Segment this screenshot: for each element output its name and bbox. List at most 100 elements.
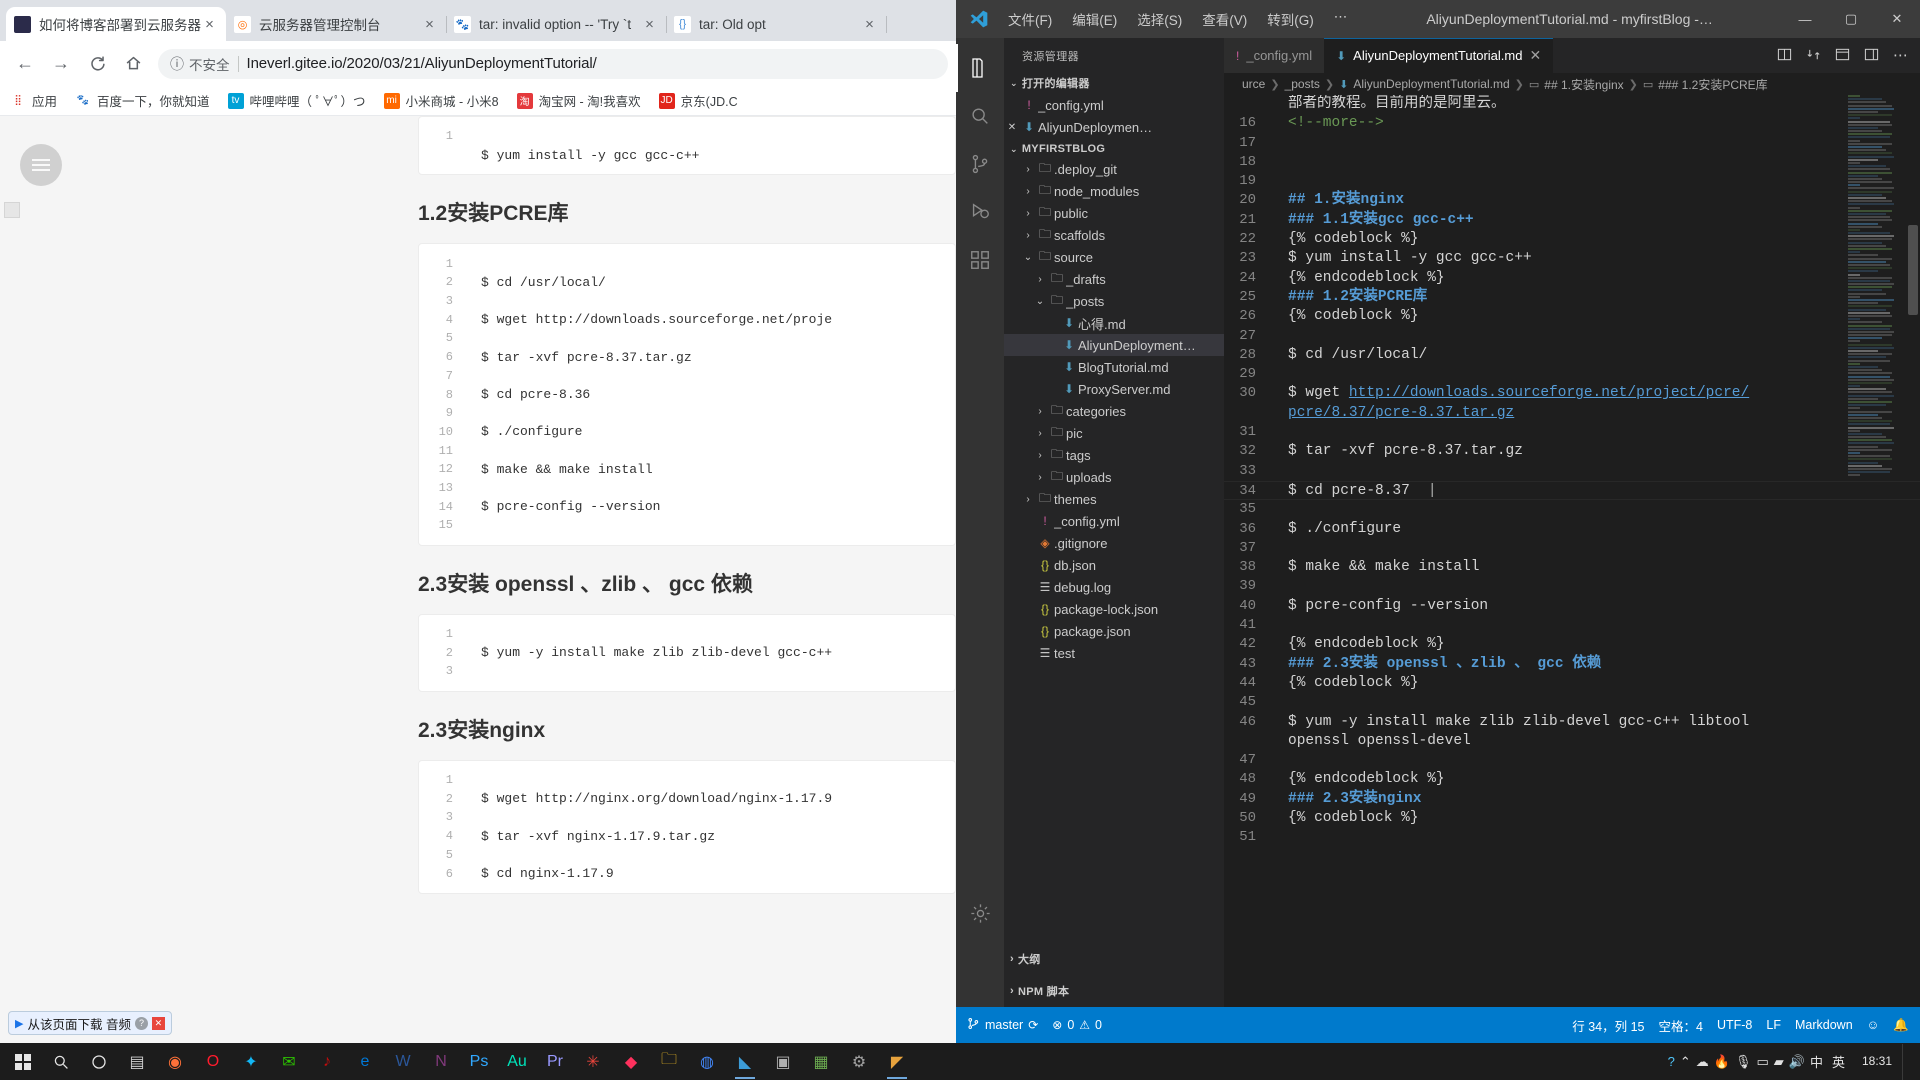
close-button[interactable]: ✕ [1874, 0, 1920, 38]
show-desktop-bar[interactable] [1902, 1043, 1908, 1080]
sogou-icon[interactable]: 🔥 [1714, 1054, 1730, 1070]
file-tree-item[interactable]: ◈ .gitignore [1004, 532, 1224, 554]
status-branch[interactable]: master ⟳ [960, 1007, 1045, 1043]
bookmark-item[interactable]: JD 京东(JD.C [658, 91, 738, 110]
file-tree-item[interactable]: {} package.json [1004, 620, 1224, 642]
menu-item[interactable]: 选择(S) [1127, 5, 1192, 33]
vscode-window-icon[interactable]: ◤ [878, 1044, 916, 1080]
breadcrumb-item[interactable]: urce [1242, 77, 1265, 91]
status-problems[interactable]: ⊗ 0 ⚠ 0 [1045, 1007, 1109, 1043]
browser-tab[interactable]: ◎ 云服务器管理控制台 × [226, 7, 447, 41]
sidebar-panel-header[interactable]: › 大纲 [1004, 943, 1224, 975]
network-icon[interactable]: ▰ [1774, 1054, 1784, 1070]
file-tree-item[interactable]: › 🗀 categories [1004, 400, 1224, 422]
file-tree-item[interactable]: › 🗀 public [1004, 202, 1224, 224]
question-mark-icon[interactable]: ? [134, 1016, 148, 1030]
xmind-icon[interactable]: ✳ [574, 1044, 612, 1080]
volume-icon[interactable]: 🔊 [1789, 1054, 1805, 1070]
forward-button[interactable]: → [44, 47, 78, 81]
minimize-button[interactable]: — [1782, 0, 1828, 38]
open-editor-item[interactable]: ✕ ⬇ AliyunDeploymen… [1004, 116, 1224, 138]
opera-icon[interactable]: O [194, 1044, 232, 1080]
breadcrumb-item[interactable]: ### 1.2安装PCRE库 [1658, 76, 1767, 93]
taskbar-clock[interactable]: 18:31 [1854, 1054, 1900, 1069]
word-icon[interactable]: W [384, 1044, 422, 1080]
file-tree-item[interactable]: › 🗀 uploads [1004, 466, 1224, 488]
bookmark-item[interactable]: ⣿ 应用 [10, 91, 57, 110]
onedrive-icon[interactable]: ☁ [1696, 1054, 1709, 1070]
xshell-icon[interactable]: ▦ [802, 1044, 840, 1080]
status-cursor-position[interactable]: 行 34，列 15 [1565, 1007, 1651, 1043]
open-changes-icon[interactable] [1806, 47, 1821, 65]
browser-tab[interactable]: 如何将博客部署到云服务器 × [6, 7, 226, 41]
firefox-icon[interactable]: ◉ [156, 1044, 194, 1080]
terminal-icon[interactable]: ▣ [764, 1044, 802, 1080]
extensions-icon[interactable] [956, 236, 1004, 284]
preview-icon[interactable] [1835, 47, 1850, 65]
edge-icon[interactable]: e [346, 1044, 384, 1080]
wechat-icon[interactable]: ✉ [270, 1044, 308, 1080]
taskview-icon[interactable]: ▤ [118, 1044, 156, 1080]
more-actions-icon[interactable]: ⋯ [1893, 48, 1908, 63]
file-tree-item[interactable]: ! _config.yml [1004, 510, 1224, 532]
file-tree-item[interactable]: › 🗀 pic [1004, 422, 1224, 444]
open-editor-item[interactable]: ! _config.yml [1004, 94, 1224, 116]
explorer-icon[interactable] [956, 44, 1004, 92]
file-tree-item[interactable]: › 🗀 scaffolds [1004, 224, 1224, 246]
tab-close-icon[interactable]: × [641, 16, 658, 33]
file-tree-item[interactable]: › 🗀 tags [1004, 444, 1224, 466]
help-circle-icon[interactable]: ? [1668, 1054, 1675, 1069]
chrome-icon[interactable]: ◍ [688, 1044, 726, 1080]
menu-item[interactable]: ⋯ [1324, 5, 1358, 33]
file-tree-item[interactable]: › 🗀 .deploy_git [1004, 158, 1224, 180]
explorer-icon[interactable]: 🗀 [650, 1044, 688, 1080]
tab-close-icon[interactable]: × [201, 16, 218, 33]
qq-icon[interactable]: ✦ [232, 1044, 270, 1080]
breadcrumb-item[interactable]: ## 1.安装nginx [1544, 76, 1623, 93]
editor-tab[interactable]: ! _config.yml [1224, 38, 1325, 73]
code-segment[interactable]: pcre/8.37/pcre-8.37.tar.gz [1288, 405, 1514, 421]
run-debug-icon[interactable] [956, 188, 1004, 236]
menu-item[interactable]: 转到(G) [1257, 5, 1324, 33]
sync-icon[interactable]: ⟳ [1028, 1018, 1038, 1032]
tool-icon[interactable]: ⚙ [840, 1044, 878, 1080]
file-tree-item[interactable]: ⬇ AliyunDeployment… [1004, 334, 1224, 356]
ime-language-indicator[interactable]: 英 [1825, 1044, 1852, 1080]
split-editor-icon[interactable] [1777, 47, 1792, 65]
cortana-circle-icon[interactable] [80, 1044, 118, 1080]
editor-tab-close-icon[interactable]: ✕ [1529, 47, 1541, 64]
status-indentation[interactable]: 空格：4 [1652, 1007, 1710, 1043]
search-icon[interactable] [42, 1044, 80, 1080]
browser-tab[interactable]: {} tar: Old opt × [666, 7, 887, 41]
reload-button[interactable] [80, 47, 114, 81]
vscode-icon[interactable]: ◣ [726, 1044, 764, 1080]
smiley-feedback-icon[interactable]: ☺ [1860, 1007, 1887, 1043]
minimap[interactable] [1848, 95, 1906, 1007]
maximize-button[interactable]: ▢ [1828, 0, 1874, 38]
tab-close-icon[interactable]: × [861, 16, 878, 33]
file-tree-item[interactable]: ⌄ 🗀 _posts [1004, 290, 1224, 312]
file-tree-item[interactable]: › 🗀 themes [1004, 488, 1224, 510]
file-tree-item[interactable]: {} package-lock.json [1004, 598, 1224, 620]
open-editors-section-header[interactable]: ⌄ 打开的编辑器 [1004, 72, 1224, 94]
address-bar[interactable]: ⓘ 不安全 Ineverl.gitee.io/2020/03/21/Aliyun… [158, 48, 948, 79]
file-tree-item[interactable]: ☰ debug.log [1004, 576, 1224, 598]
netease-music-icon[interactable]: ♪ [308, 1044, 346, 1080]
status-eol[interactable]: LF [1759, 1007, 1788, 1043]
file-tree-item[interactable]: › 🗀 _drafts [1004, 268, 1224, 290]
file-tree-item[interactable]: ⬇ BlogTutorial.md [1004, 356, 1224, 378]
onenote-icon[interactable]: N [422, 1044, 460, 1080]
home-button[interactable] [116, 47, 150, 81]
file-tree-item[interactable]: ⬇ ProxyServer.md [1004, 378, 1224, 400]
scrollbar-thumb[interactable] [1908, 225, 1918, 315]
breadcrumb-item[interactable]: AliyunDeploymentTutorial.md [1353, 77, 1509, 91]
battery-icon[interactable]: ▭ [1756, 1054, 1768, 1070]
status-language-mode[interactable]: Markdown [1788, 1007, 1860, 1043]
sidebar-toggle-handle[interactable] [4, 202, 20, 218]
site-security-indicator[interactable]: ⓘ 不安全 [170, 54, 230, 74]
breadcrumb-item[interactable]: _posts [1285, 77, 1320, 91]
back-button[interactable]: ← [8, 47, 42, 81]
editor-scrollbar[interactable] [1906, 95, 1920, 1007]
file-tree-item[interactable]: › 🗀 node_modules [1004, 180, 1224, 202]
notification-bell-icon[interactable]: 🔔 [1886, 1007, 1916, 1043]
